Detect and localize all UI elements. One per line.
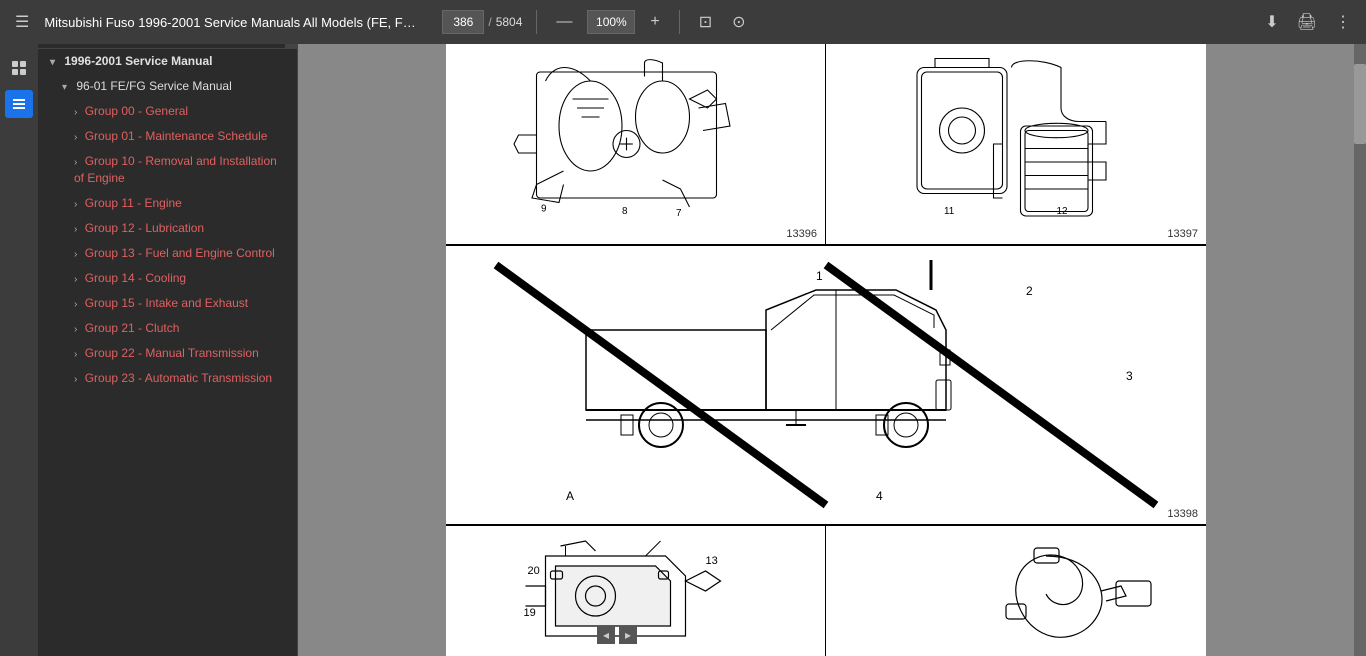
svg-text:12: 12	[1057, 206, 1068, 217]
sidebar-item-group14[interactable]: › Group 14 - Cooling	[38, 266, 297, 291]
diagram-cell-top-left: 9 8 7 13396	[446, 44, 826, 244]
sidebar-group14-label: Group 14 - Cooling	[85, 271, 186, 285]
sidebar-group21-label: Group 21 - Clutch	[85, 321, 180, 335]
sidebar-group11-label: Group 11 - Engine	[85, 196, 182, 210]
chevron-group22: ›	[74, 349, 77, 360]
svg-text:9: 9	[541, 204, 547, 215]
document-title: Mitsubishi Fuso 1996-2001 Service Manual…	[44, 15, 424, 30]
diagram-cell-large: 1 2 3 4 A 13398	[446, 246, 1206, 526]
toolbar: ☰ Mitsubishi Fuso 1996-2001 Service Manu…	[0, 0, 1366, 44]
right-scrollbar[interactable]	[1354, 44, 1366, 656]
figure-number-large: 13398	[1167, 508, 1198, 520]
diagram-cell-bottom-right	[826, 526, 1206, 656]
sidebar-scroll-up[interactable]	[285, 44, 297, 48]
diagram-svg-top-left: 9 8 7	[456, 54, 815, 234]
right-toolbar-icons: ⬇ 🖨 ⋮	[1260, 10, 1356, 34]
chevron-group15: ›	[74, 299, 77, 310]
sidebar-item-fe-fg-manual[interactable]: ▾ 96-01 FE/FG Service Manual	[38, 74, 297, 99]
svg-text:3: 3	[1126, 369, 1133, 383]
sidebar-item-group10[interactable]: › Group 10 - Removal and Installation of…	[38, 149, 297, 191]
svg-text:4: 4	[876, 489, 883, 503]
sidebar-group13-label: Group 13 - Fuel and Engine Control	[85, 246, 275, 260]
divider-1	[536, 10, 537, 34]
svg-text:11: 11	[944, 206, 955, 217]
svg-text:13: 13	[706, 555, 718, 567]
diagram-grid-bottom: 20 19 13	[446, 526, 1206, 656]
diagram-grid-top: 9 8 7 13396	[446, 44, 1206, 246]
sidebar-item-group11[interactable]: › Group 11 - Engine	[38, 191, 297, 216]
current-page-input[interactable]	[442, 10, 484, 34]
chevron-group21: ›	[74, 324, 77, 335]
right-scroll-thumb[interactable]	[1354, 64, 1366, 144]
chevron-group13: ›	[74, 249, 77, 260]
expand-arrow-fefg: ▾	[62, 82, 67, 93]
sidebar-item-group22[interactable]: › Group 22 - Manual Transmission	[38, 341, 297, 366]
sidebar-scroll-left-button[interactable]: ◂	[597, 626, 615, 644]
sidebar-group12-label: Group 12 - Lubrication	[85, 221, 204, 235]
sidebar-fefg-label: 96-01 FE/FG Service Manual	[76, 79, 231, 93]
chevron-group14: ›	[74, 274, 77, 285]
sidebar-item-group00[interactable]: › Group 00 - General	[38, 99, 297, 124]
expand-arrow-root: ▾	[50, 57, 55, 68]
diagram-cell-top-right: 11 12 13397	[826, 44, 1206, 244]
sidebar-item-group12[interactable]: › Group 12 - Lubrication	[38, 216, 297, 241]
svg-text:7: 7	[676, 208, 682, 219]
sidebar-item-service-manual-root[interactable]: ▾ 1996-2001 Service Manual	[38, 49, 297, 74]
sidebar-group23-label: Group 23 - Automatic Transmission	[85, 371, 272, 385]
sidebar-resize-handle[interactable]	[298, 44, 302, 656]
print-button[interactable]: 🖨	[1292, 10, 1322, 34]
sidebar-scroll-right-button[interactable]: ▸	[619, 626, 637, 644]
sidebar-item-group15[interactable]: › Group 15 - Intake and Exhaust	[38, 291, 297, 316]
svg-text:1: 1	[816, 269, 823, 283]
pdf-page: 9 8 7 13396	[446, 44, 1206, 656]
history-button[interactable]: ⊙	[727, 10, 750, 34]
svg-text:19: 19	[524, 607, 536, 619]
figure-number-top-left: 13396	[786, 228, 817, 240]
sidebar-group00-label: Group 00 - General	[85, 104, 188, 118]
svg-text:8: 8	[622, 206, 628, 217]
sidebar-group22-label: Group 22 - Manual Transmission	[85, 346, 259, 360]
icon-bar	[0, 44, 38, 656]
thumbnail-view-button[interactable]	[5, 54, 33, 82]
chevron-group23: ›	[74, 374, 77, 385]
sidebar-item-group13[interactable]: › Group 13 - Fuel and Engine Control	[38, 241, 297, 266]
zoom-out-button[interactable]: —	[551, 11, 577, 33]
chevron-group11: ›	[74, 199, 77, 210]
chevron-group12: ›	[74, 224, 77, 235]
diagram-svg-bottom-right	[836, 536, 1196, 656]
divider-2	[679, 10, 680, 34]
diagram-svg-top-right: 11 12	[836, 54, 1196, 234]
download-button[interactable]: ⬇	[1260, 10, 1283, 34]
content-area[interactable]: 9 8 7 13396	[298, 44, 1354, 656]
chevron-group00: ›	[74, 107, 77, 118]
sidebar-item-group23[interactable]: › Group 23 - Automatic Transmission	[38, 366, 297, 391]
hamburger-menu-button[interactable]: ☰	[10, 10, 34, 34]
sidebar-group10-label: Group 10 - Removal and Installation of E…	[74, 154, 277, 185]
svg-text:2: 2	[1026, 284, 1033, 298]
total-pages: 5804	[496, 15, 523, 29]
sidebar[interactable]: ▾ 1996-2001 Service Manual ▾ 96-01 FE/FG…	[38, 44, 298, 656]
svg-text:20: 20	[528, 565, 540, 577]
svg-text:A: A	[566, 489, 574, 503]
fit-page-button[interactable]: ⊡	[694, 10, 717, 34]
diagram-svg-large: 1 2 3 4 A	[446, 250, 1206, 520]
sidebar-item-group01[interactable]: › Group 01 - Maintenance Schedule	[38, 124, 297, 149]
sidebar-group15-label: Group 15 - Intake and Exhaust	[85, 296, 248, 310]
main-layout: ▾ 1996-2001 Service Manual ▾ 96-01 FE/FG…	[0, 44, 1366, 656]
sidebar-item-group21[interactable]: › Group 21 - Clutch	[38, 316, 297, 341]
outline-view-button[interactable]	[5, 90, 33, 118]
page-navigation: / 5804	[442, 10, 522, 34]
zoom-in-button[interactable]: +	[645, 11, 664, 33]
page-separator: /	[488, 15, 491, 29]
figure-number-top-right: 13397	[1167, 228, 1198, 240]
chevron-group01: ›	[74, 132, 77, 143]
zoom-level-input[interactable]	[587, 10, 635, 34]
more-options-button[interactable]: ⋮	[1330, 10, 1356, 34]
sidebar-root-label: 1996-2001 Service Manual	[64, 54, 212, 68]
chevron-group10: ›	[74, 157, 77, 168]
sidebar-scroll-controls: ◂ ▸	[597, 626, 637, 644]
sidebar-group01-label: Group 01 - Maintenance Schedule	[85, 129, 268, 143]
